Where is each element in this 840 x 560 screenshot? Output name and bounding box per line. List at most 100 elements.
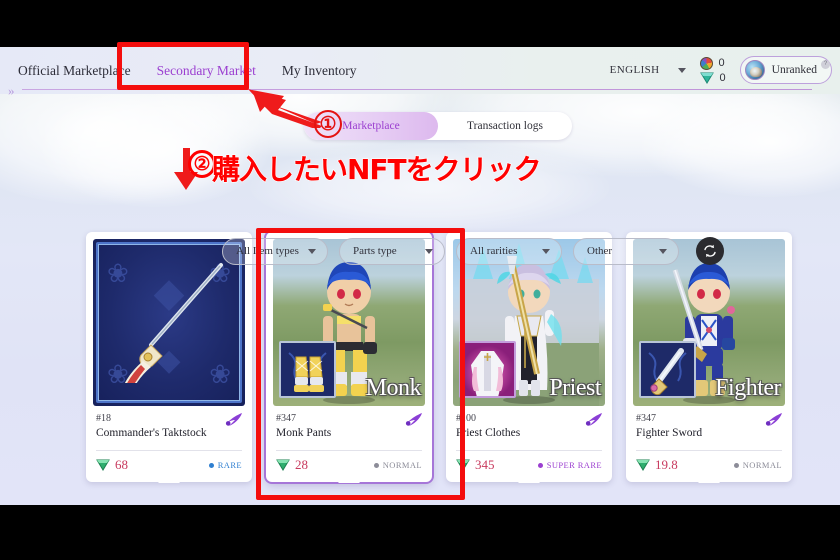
nav-right-cluster: ENGLISH 0 0 Unranked ? (610, 56, 832, 84)
nft-card[interactable]: Monk #347 Monk Pants 28 NORMAL (266, 232, 432, 483)
card-price-value: 28 (295, 457, 308, 472)
chevron-down-icon (308, 248, 316, 254)
nav-divider (22, 89, 812, 90)
monk-pants-item-icon (281, 343, 334, 396)
chevron-down-icon (677, 67, 686, 73)
card-title: Monk Pants (276, 427, 332, 439)
nav-link-secondary-market[interactable]: Secondary Market (157, 63, 256, 79)
sword-artwork (124, 263, 223, 383)
rarity-label: NORMAL (742, 460, 782, 470)
card-id: #18 (96, 413, 111, 424)
card-body: #18 Commander's Taktstock (86, 406, 252, 443)
dropdown-label: All Item types (236, 245, 299, 257)
rarity-dot-icon (733, 462, 739, 468)
rarity-dot-icon (208, 462, 214, 468)
rarity-badge: RARE (208, 460, 242, 470)
card-item-inset (279, 341, 336, 398)
dropdown-other[interactable]: Other (573, 237, 679, 265)
nft-card[interactable]: Priest #100 Priest Clothes 345 SUPER RAR… (446, 232, 612, 483)
teal-gem-value: 0 (719, 71, 726, 84)
card-price: 68 (96, 457, 128, 473)
dropdown-all-rarities[interactable]: All rarities (456, 237, 562, 265)
chevron-down-icon (542, 248, 550, 254)
rarity-dot-icon (537, 462, 543, 468)
dropdown-label: Parts type (353, 245, 397, 257)
wing-badge-icon (225, 413, 242, 426)
cloud-decoration (640, 87, 840, 197)
green-gem-icon (276, 459, 290, 471)
rarity-dot-icon (373, 462, 379, 468)
avatar (744, 60, 765, 80)
card-title: Fighter Sword (636, 427, 703, 439)
card-item-inset (639, 341, 696, 398)
page-viewport: Official Marketplace Secondary Market My… (0, 47, 840, 505)
card-price-value: 19.8 (655, 457, 678, 472)
language-label: ENGLISH (609, 64, 660, 76)
currency-row-gem: 0 (699, 71, 726, 84)
refresh-swap-icon (704, 244, 716, 258)
priest-clothes-item-icon (461, 343, 514, 396)
rarity-badge: SUPER RARE (537, 460, 602, 470)
user-rank-badge[interactable]: Unranked (739, 56, 832, 84)
chevron-right-icon: » (8, 83, 14, 98)
help-icon[interactable]: ? (821, 60, 830, 69)
card-body: #347 Monk Pants (266, 406, 432, 443)
card-price: 28 (276, 457, 308, 473)
card-notch (698, 471, 720, 483)
tab-transaction-logs[interactable]: Transaction logs (438, 112, 572, 140)
tab-marketplace[interactable]: Marketplace (304, 112, 438, 140)
filter-bar: All Item types Parts type All rarities O… (222, 237, 724, 265)
green-gem-icon (96, 459, 110, 471)
dropdown-label: Other (587, 245, 613, 257)
dropdown-all-item-types[interactable]: All Item types (222, 237, 328, 265)
orb-coin-icon (699, 56, 713, 70)
cloud-decoration (40, 87, 270, 207)
green-gem-icon (636, 459, 650, 471)
currency-counters: 0 0 (699, 56, 726, 84)
rarity-label: SUPER RARE (546, 460, 602, 470)
card-id: #347 (276, 413, 296, 424)
fighter-sword-item-icon (641, 343, 694, 396)
card-class-label: Monk (365, 375, 422, 401)
card-price: 19.8 (636, 457, 678, 473)
nav-link-official-marketplace[interactable]: Official Marketplace (18, 63, 131, 79)
card-class-label: Fighter (715, 375, 781, 401)
segmented-tabs: Marketplace Transaction logs (304, 112, 572, 140)
card-title: Priest Clothes (456, 427, 521, 439)
rarity-badge: NORMAL (733, 460, 782, 470)
card-notch (338, 471, 360, 483)
refresh-button[interactable] (696, 237, 724, 265)
green-gem-icon (456, 459, 470, 471)
user-rank-label: Unranked (771, 64, 817, 76)
nav-links: Official Marketplace Secondary Market My… (18, 63, 357, 79)
wing-badge-icon (585, 413, 602, 426)
nft-card[interactable]: ❀ ❀ ❀ ❀ ◆ ◆ #18 Commander's Taktstock 68… (86, 232, 252, 483)
currency-row-orb: 0 (699, 56, 726, 70)
nft-card-grid: ❀ ❀ ❀ ❀ ◆ ◆ #18 Commander's Taktstock 68… (86, 232, 792, 483)
card-price-value: 345 (475, 457, 495, 472)
card-class-label: Priest (549, 375, 601, 401)
nav-link-my-inventory[interactable]: My Inventory (282, 63, 357, 79)
wing-badge-icon (405, 413, 422, 426)
dropdown-label: All rarities (470, 245, 518, 257)
orb-coin-value: 0 (718, 57, 725, 69)
nft-card[interactable]: Fighter #347 Fighter Sword 19.8 NORMAL (626, 232, 792, 483)
card-id: #100 (456, 413, 476, 424)
card-body: #347 Fighter Sword (626, 406, 792, 443)
language-selector[interactable]: ENGLISH (610, 64, 686, 76)
top-navigation-bar: Official Marketplace Secondary Market My… (0, 47, 840, 94)
card-notch (518, 471, 540, 483)
chevron-down-icon (659, 248, 667, 254)
card-title: Commander's Taktstock (96, 427, 207, 439)
card-id: #347 (636, 413, 656, 424)
rarity-label: RARE (217, 460, 242, 470)
cloud-decoration (250, 142, 610, 232)
dropdown-parts-type[interactable]: Parts type (339, 237, 445, 265)
rarity-badge: NORMAL (373, 460, 422, 470)
rarity-label: NORMAL (382, 460, 422, 470)
card-body: #100 Priest Clothes (446, 406, 612, 443)
screenshot-root: Official Marketplace Secondary Market My… (0, 0, 840, 560)
teal-gem-icon (699, 72, 714, 84)
card-price-value: 68 (115, 457, 128, 472)
card-notch (158, 471, 180, 483)
